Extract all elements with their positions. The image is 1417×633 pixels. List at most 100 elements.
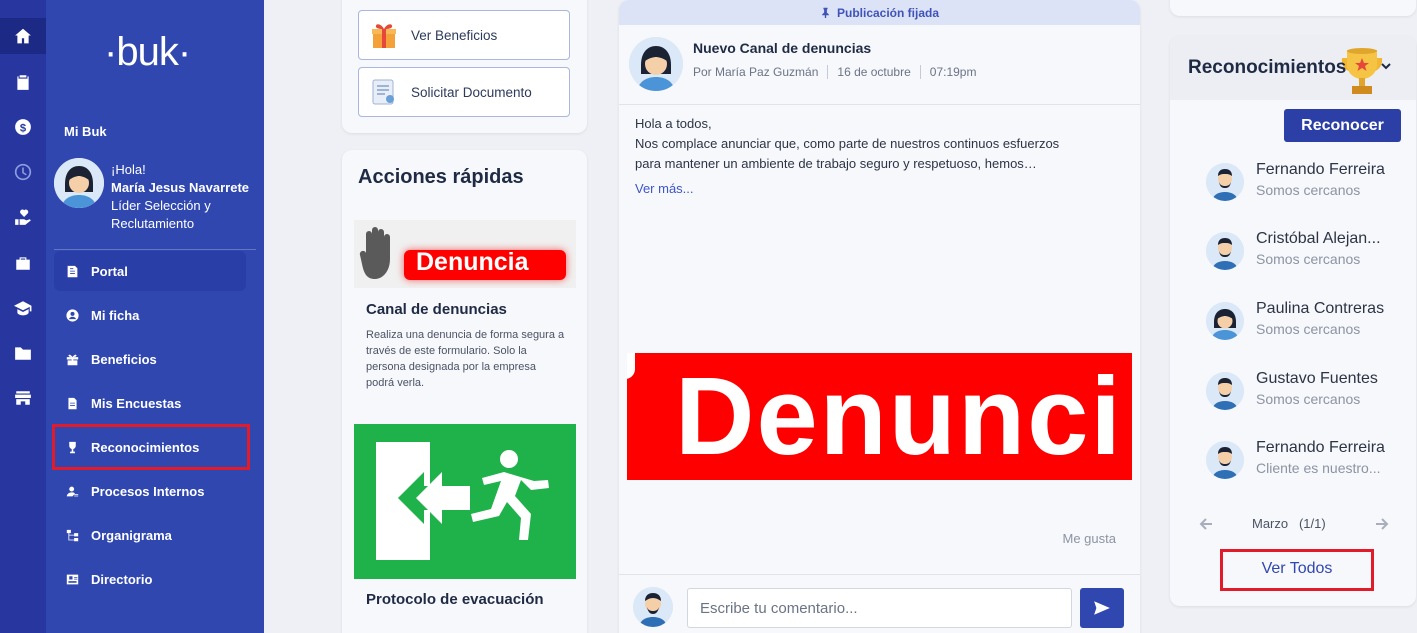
recognitions-title: Reconocimientos <box>1188 57 1347 78</box>
sidebar-item-label: Procesos Internos <box>91 483 205 499</box>
stop-hand-icon <box>359 227 390 279</box>
clipboard-icon[interactable] <box>0 64 46 100</box>
recognition-item[interactable]: Fernando Ferreira Cliente es nuestro... <box>1206 439 1406 479</box>
post-title[interactable]: Nuevo Canal de denuncias <box>693 40 871 56</box>
post-meta: Por María Paz Guzmán 16 de octubre 07:19… <box>693 65 976 79</box>
request-document-button[interactable]: Solicitar Documento <box>358 67 570 117</box>
folder-icon[interactable] <box>0 335 46 371</box>
see-more-link[interactable]: Ver más... <box>635 181 694 196</box>
graduation-cap-icon[interactable] <box>0 290 46 326</box>
quick-actions-card: Acciones rápidas Denuncia Canal de denun… <box>342 150 587 633</box>
user-greeting: ¡Hola! María Jesus Navarrete Líder Selec… <box>111 161 249 233</box>
sidebar-item-label: Mis Encuestas <box>91 395 182 411</box>
greeting-text: ¡Hola! <box>111 162 146 177</box>
clock-icon[interactable] <box>0 154 46 190</box>
sidebar-item-mis-encuestas[interactable]: Mis Encuestas <box>54 383 246 423</box>
gift-box-icon <box>372 24 396 48</box>
recognize-button[interactable]: Reconocer <box>1284 109 1401 142</box>
description-line: Realiza una denuncia de forma segura a <box>366 329 565 341</box>
view-benefits-label: Ver Beneficios <box>411 27 498 43</box>
sidebar-section-title: Mi Buk <box>64 124 107 139</box>
complaint-channel-description: Realiza una denuncia de forma segura a t… <box>366 327 571 391</box>
recognition-item[interactable]: Fernando Ferreira Somos cercanos <box>1206 161 1406 201</box>
recognitions-header: Reconocimientos <box>1170 36 1416 100</box>
recognition-value: Somos cercanos <box>1256 391 1361 407</box>
user-name: María Jesus Navarrete <box>111 180 250 195</box>
svg-text:$: $ <box>20 123 27 135</box>
banner-corner <box>627 353 635 379</box>
complaint-banner-text: Denuncia <box>416 248 529 276</box>
comment-input[interactable] <box>687 588 1072 628</box>
quick-links-card: Ver Beneficios Solicitar Documento <box>342 0 587 133</box>
recipient-avatar <box>1206 163 1244 201</box>
divider <box>619 104 1140 105</box>
chevron-down-icon[interactable] <box>1380 60 1392 72</box>
user-role-line1: Líder Selección y <box>111 198 211 213</box>
view-benefits-button[interactable]: Ver Beneficios <box>358 10 570 60</box>
user-icon <box>66 308 79 322</box>
org-chart-icon <box>66 529 79 541</box>
post-author: Por María Paz Guzmán <box>693 65 819 79</box>
evacuation-protocol-title[interactable]: Protocolo de evacuación <box>366 591 544 608</box>
pinned-bar: Publicación fijada <box>619 0 1140 25</box>
pin-icon <box>822 7 829 18</box>
send-comment-button[interactable] <box>1080 588 1124 628</box>
recognition-item[interactable]: Paulina Contreras Somos cercanos <box>1206 300 1406 340</box>
comment-bar <box>619 574 1140 633</box>
gift-icon <box>66 354 79 365</box>
sidebar-item-label: Beneficios <box>91 351 157 367</box>
recipient-avatar <box>1206 441 1244 479</box>
sidebar-item-label: Organigrama <box>91 527 172 543</box>
sidebar-item-label: Directorio <box>91 571 153 587</box>
divider <box>54 249 256 250</box>
meta-divider <box>919 65 921 79</box>
highlight-box <box>1220 549 1374 591</box>
quick-actions-title: Acciones rápidas <box>358 166 524 188</box>
like-button[interactable]: Me gusta <box>1063 531 1116 546</box>
post-time: 07:19pm <box>929 65 977 79</box>
recognition-value: Somos cercanos <box>1256 182 1361 198</box>
recipient-avatar <box>1206 372 1244 410</box>
pinned-post-card: Publicación fijada Nuevo Canal de denunc… <box>619 0 1140 633</box>
briefcase-icon[interactable] <box>0 245 46 281</box>
recognition-item[interactable]: Gustavo Fuentes Somos cercanos <box>1206 370 1406 410</box>
sidebar-item-directorio[interactable]: Directorio <box>54 559 246 599</box>
post-body-line: para mantener un ambiente de trabajo seg… <box>635 156 1037 171</box>
store-icon[interactable] <box>0 380 46 416</box>
pinned-label: Publicación fijada <box>836 5 940 20</box>
buk-logo[interactable]: ·buk· <box>104 30 191 75</box>
sidebar-item-mi-ficha[interactable]: Mi ficha <box>54 295 246 335</box>
sidebar-item-beneficios[interactable]: Beneficios <box>54 339 246 379</box>
recognition-item[interactable]: Cristóbal Alejan... Somos cercanos <box>1206 230 1406 270</box>
post-date: 16 de octubre <box>837 65 911 79</box>
recognitions-card: Reconocimientos Reconocer Fernando Ferre… <box>1170 36 1416 606</box>
sidebar-item-organigrama[interactable]: Organigrama <box>54 515 246 555</box>
top-right-card <box>1170 0 1416 16</box>
user-avatar <box>54 158 104 208</box>
recipient-avatar <box>1206 232 1244 270</box>
recipient-name: Fernando Ferreira <box>1256 161 1385 178</box>
highlight-box <box>52 424 250 470</box>
arrow-right-icon[interactable] <box>1372 514 1392 534</box>
description-line: podrá verla. <box>366 377 425 389</box>
recipient-avatar <box>1206 302 1244 340</box>
author-avatar <box>629 37 683 91</box>
complaint-channel-title[interactable]: Canal de denuncias <box>366 301 507 318</box>
certificate-icon <box>372 79 394 105</box>
complaint-banner[interactable]: Denuncia <box>354 220 576 288</box>
recipient-name: Paulina Contreras <box>1256 300 1385 317</box>
money-icon[interactable]: $ <box>0 109 46 145</box>
current-user-avatar <box>633 587 673 627</box>
icon-rail: $ <box>0 0 46 633</box>
evacuation-banner[interactable] <box>354 424 576 579</box>
pager-label: Marzo (1/1) <box>1252 516 1326 531</box>
sidebar-item-procesos-internos[interactable]: Procesos Internos <box>54 471 246 511</box>
hand-heart-icon[interactable] <box>0 199 46 235</box>
user-role-line2: Reclutamiento <box>111 216 195 231</box>
emergency-exit-icon <box>368 442 549 560</box>
document-icon <box>68 397 77 409</box>
portal-icon <box>67 265 78 277</box>
sidebar-item-portal[interactable]: Portal <box>54 251 246 291</box>
arrow-left-icon[interactable] <box>1196 514 1216 534</box>
home-icon[interactable] <box>0 18 46 54</box>
